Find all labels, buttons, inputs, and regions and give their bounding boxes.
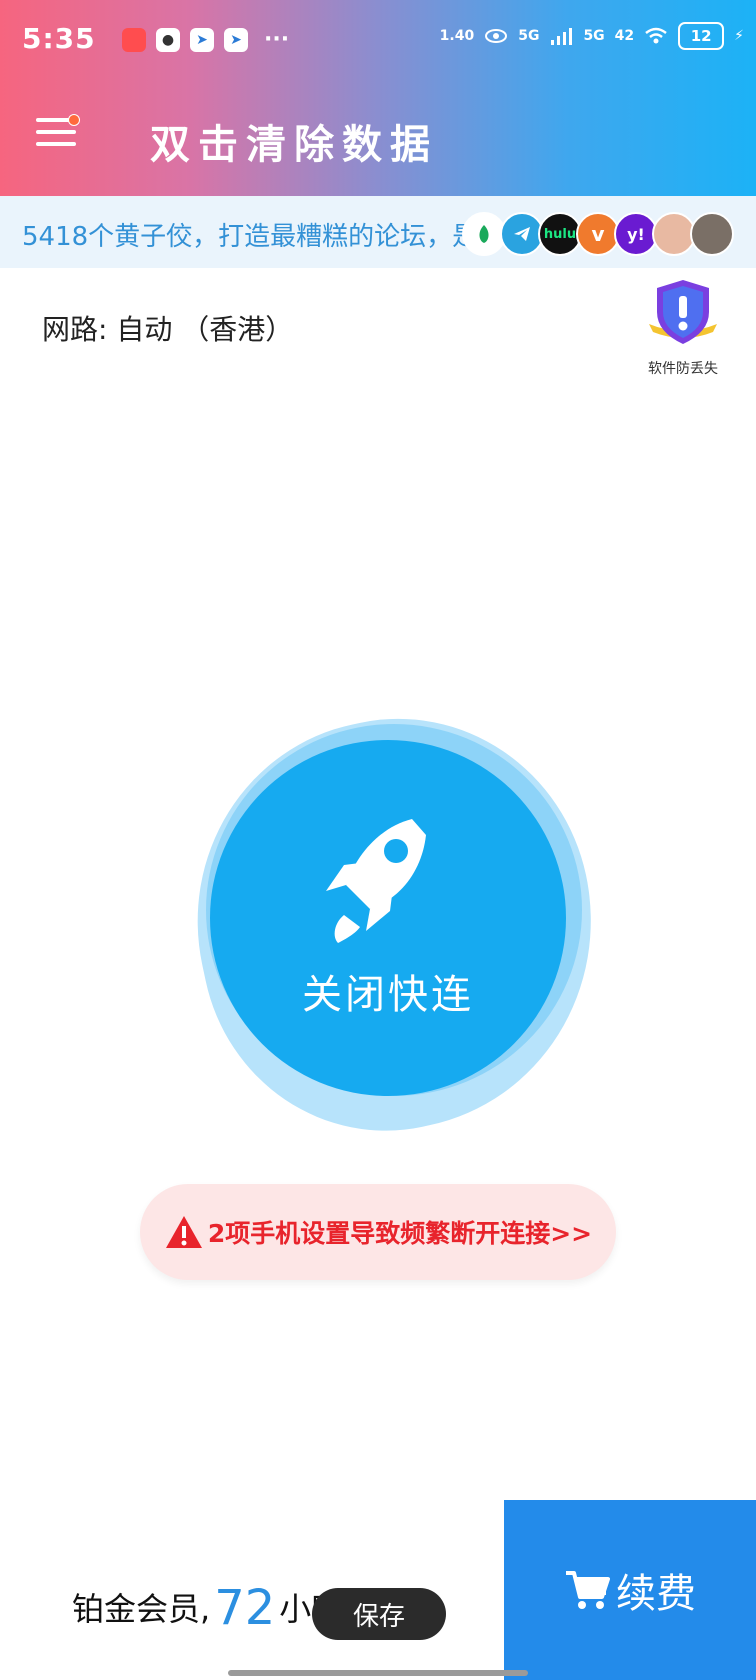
menu-button[interactable] — [36, 114, 80, 152]
warning-icon — [165, 1216, 202, 1248]
membership-hours: 72 — [214, 1580, 276, 1636]
telegram-icon: ➤ — [190, 27, 214, 52]
speed-right: 42 — [614, 28, 635, 44]
status-right: 1.40 5G 5G 42 12 ⚡ — [440, 22, 744, 50]
anti-loss-button[interactable]: 软件防丢失 — [638, 276, 728, 378]
status-time: 5:35 — [22, 22, 96, 55]
telegram-icon-2: ➤ — [224, 27, 248, 52]
home-indicator[interactable] — [228, 1670, 528, 1676]
network-type-2: 5G — [583, 28, 605, 44]
menu-badge-dot — [68, 114, 80, 126]
battery-icon: 12 — [678, 22, 725, 50]
settings-warning-banner[interactable]: 2项手机设置导致频繁断开连接>> — [140, 1184, 616, 1280]
renew-button[interactable]: 续费 — [504, 1500, 756, 1680]
quick-connect-label[interactable]: 关闭快连 — [210, 962, 566, 1020]
network-type-1: 5G — [518, 28, 540, 44]
renew-label: 续费 — [616, 1571, 696, 1617]
wifi-icon — [645, 27, 667, 44]
app-shortcuts: hulu v y! — [462, 212, 734, 256]
speed-left: 1.40 — [439, 28, 475, 44]
eye-icon — [485, 29, 508, 43]
status-bar: 5:35 ● ➤ ➤ ··· 1.40 5G 5G 42 12 ⚡ — [0, 0, 756, 84]
top-header: 5:35 ● ➤ ➤ ··· 1.40 5G 5G 42 12 ⚡ 双击清除数据 — [0, 0, 756, 196]
signal-icon — [551, 28, 573, 45]
shield-alert-icon — [649, 280, 717, 344]
announcement-bar[interactable]: 5418个黄子佼，打造最糟糕的论坛，是… hulu v y! — [0, 196, 756, 268]
more-notifications-icon: ··· — [264, 27, 290, 52]
qq-icon: ● — [156, 27, 180, 52]
app-notification-icon — [122, 27, 146, 52]
page-title[interactable]: 双击清除数据 — [150, 112, 438, 170]
network-route-selector[interactable]: 网路: 自动 （香港） — [42, 308, 293, 348]
shopping-cart-icon — [566, 1571, 610, 1609]
charging-icon: ⚡ — [734, 28, 744, 44]
notification-icons: ● ➤ ➤ ··· — [122, 27, 289, 52]
anti-loss-label: 软件防丢失 — [648, 361, 718, 377]
avatar-icon-2[interactable] — [690, 212, 734, 256]
announcement-text[interactable]: 5418个黄子佼，打造最糟糕的论坛，是… — [22, 216, 482, 253]
rocket-icon — [326, 819, 426, 943]
membership-tier: 铂金会员, — [72, 1590, 211, 1628]
warning-text[interactable]: 2项手机设置导致频繁断开连接>> — [208, 1214, 592, 1250]
save-toast: 保存 — [312, 1588, 446, 1640]
